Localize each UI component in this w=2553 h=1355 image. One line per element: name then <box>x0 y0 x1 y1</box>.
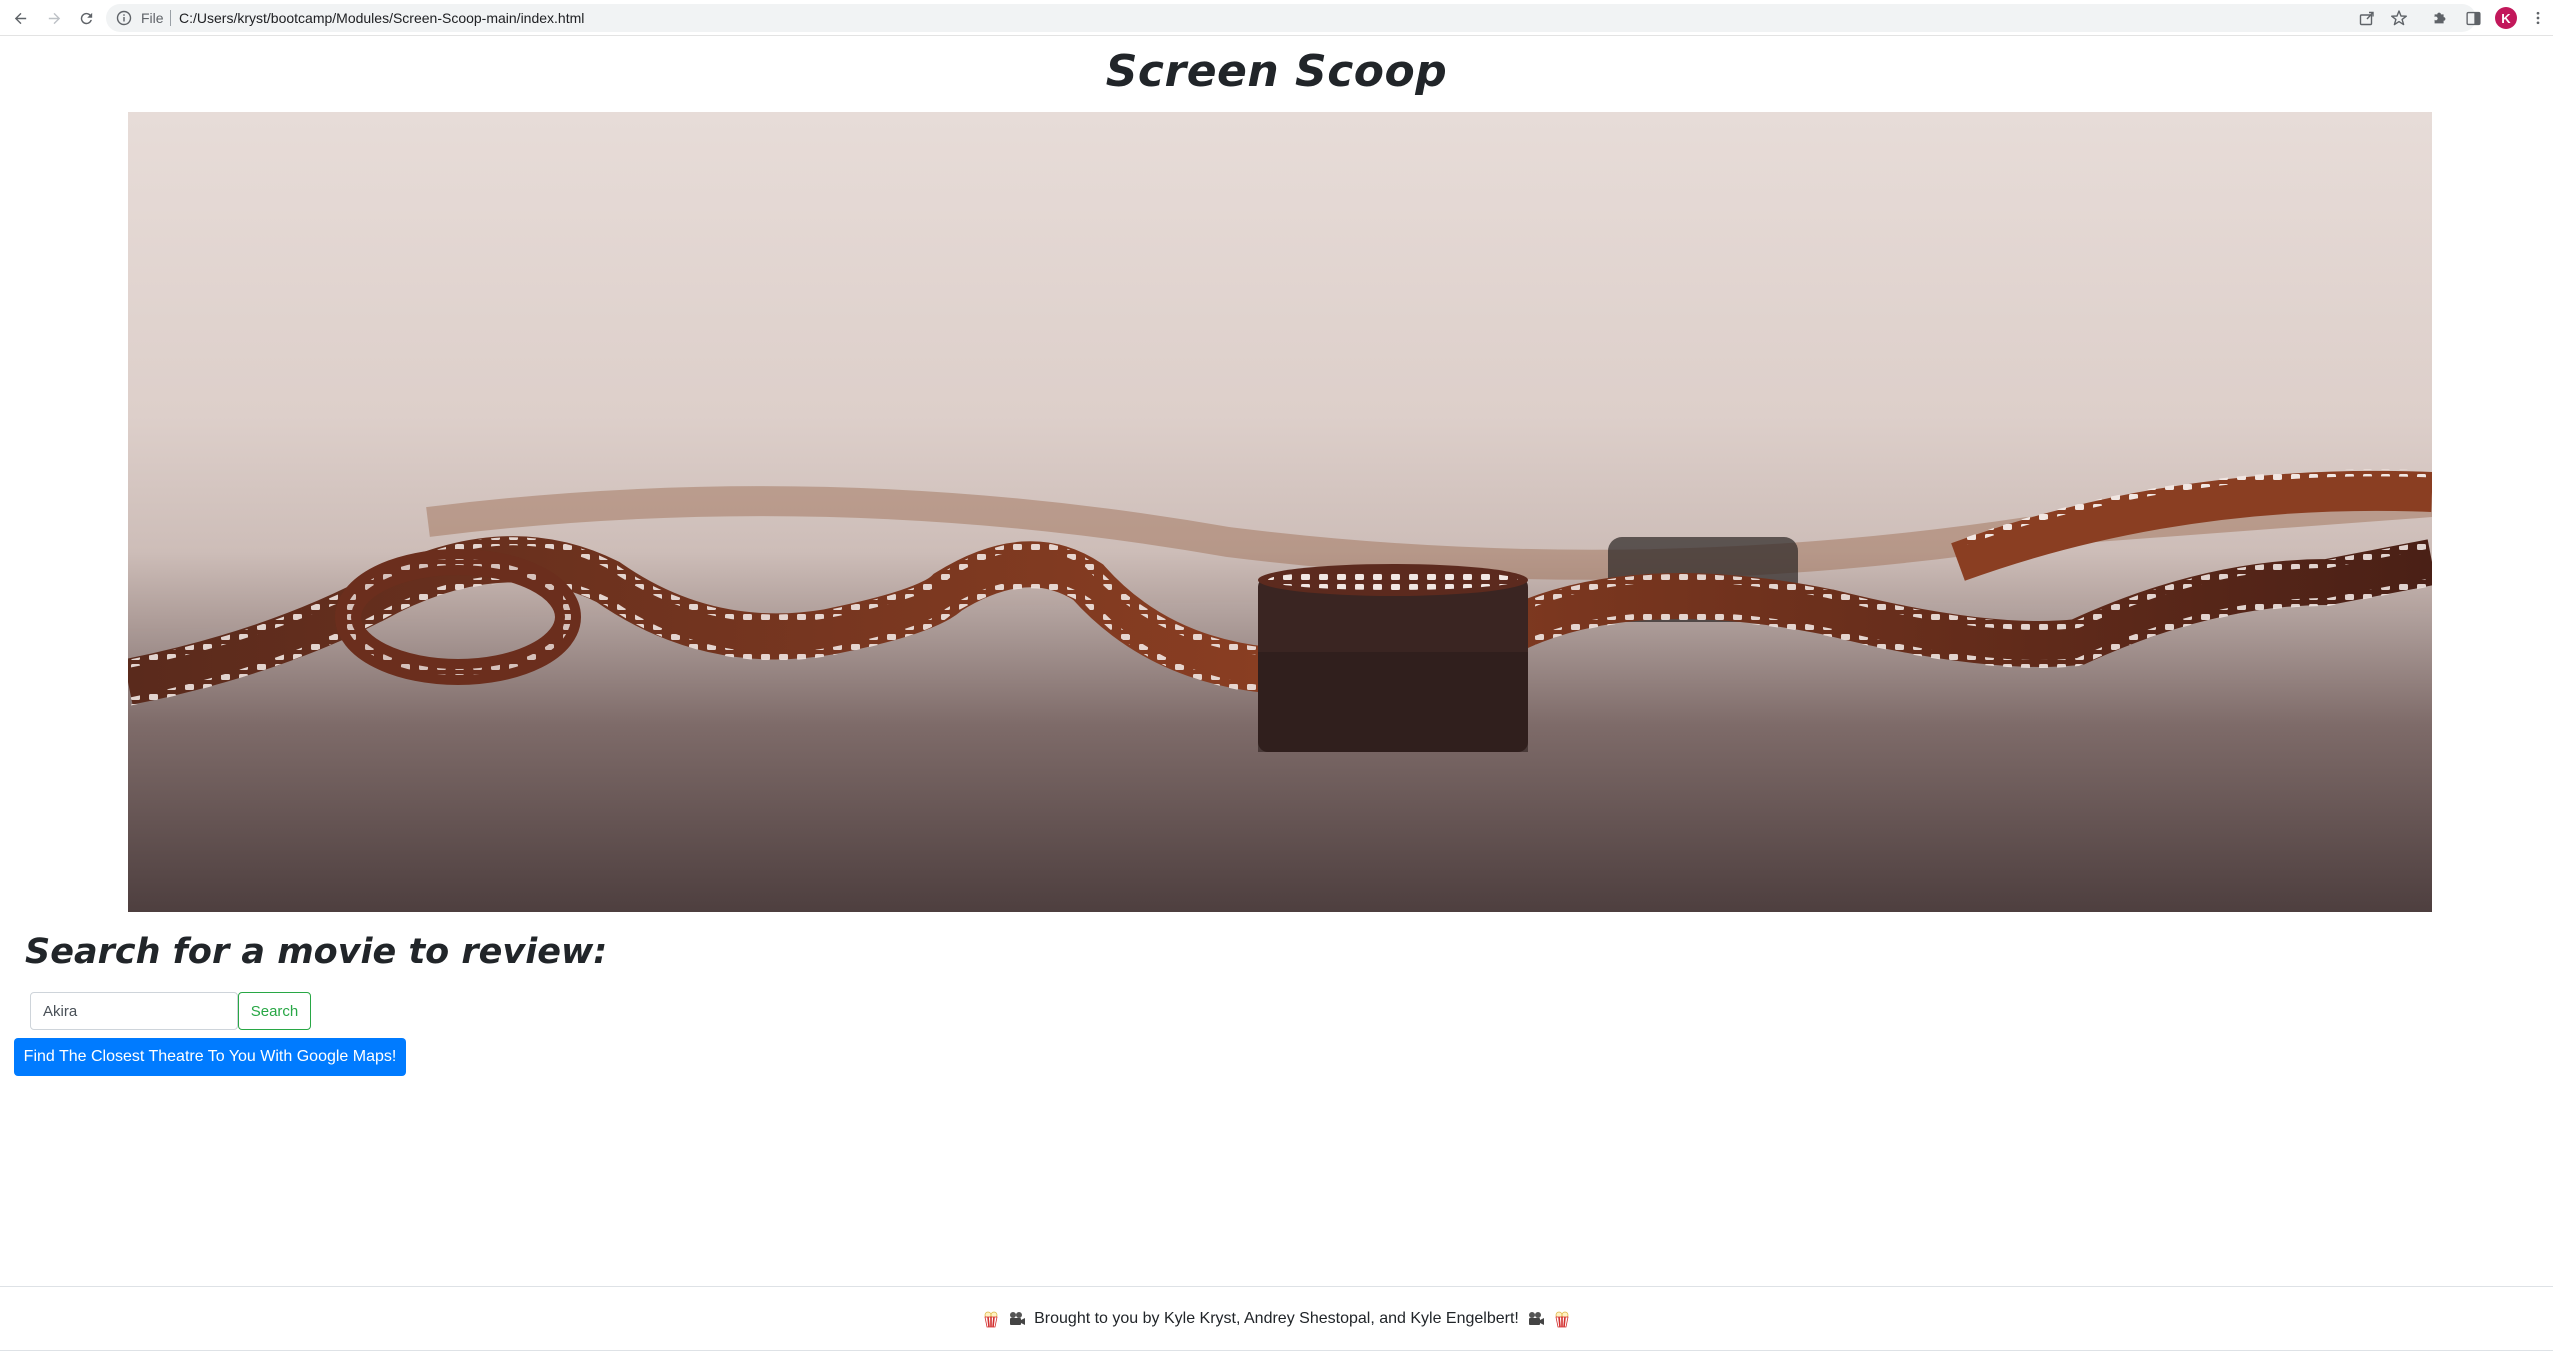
extensions-button[interactable] <box>2430 8 2450 28</box>
movie-camera-icon <box>1008 1310 1026 1328</box>
page-title: Screen Scoop <box>1105 46 1448 97</box>
address-bar[interactable]: File C:/Users/kryst/bootcamp/Modules/Scr… <box>106 4 2476 32</box>
popcorn-icon <box>1553 1310 1571 1328</box>
url-text[interactable]: C:/Users/kryst/bootcamp/Modules/Screen-S… <box>179 10 584 26</box>
side-panel-button[interactable] <box>2463 8 2483 28</box>
movie-camera-icon <box>1527 1310 1545 1328</box>
footer-credits: Brought to you by Kyle Kryst, Andrey She… <box>1034 1309 1519 1327</box>
movie-search-input[interactable] <box>30 992 238 1030</box>
kebab-menu-icon <box>2536 11 2540 25</box>
omnibox-divider <box>170 10 171 26</box>
puzzle-icon <box>2434 12 2446 24</box>
arrow-right-icon <box>48 12 60 24</box>
search-heading: Search for a movie to review: <box>25 932 608 972</box>
arrow-left-icon <box>14 12 26 24</box>
reload-button[interactable] <box>74 6 98 30</box>
side-panel-icon <box>2465 11 2481 25</box>
page-footer: Brought to you by Kyle Kryst, Andrey She… <box>0 1286 2553 1351</box>
profile-avatar[interactable]: K <box>2495 7 2517 29</box>
film-reel-photo <box>128 469 2432 912</box>
popcorn-icon <box>982 1310 1000 1328</box>
hero-image <box>128 112 2432 912</box>
bookmark-star-icon[interactable] <box>2390 9 2408 27</box>
back-button[interactable] <box>8 6 32 30</box>
forward-button[interactable] <box>42 6 66 30</box>
reload-icon <box>80 12 92 24</box>
browser-toolbar: File C:/Users/kryst/bootcamp/Modules/Scr… <box>0 0 2553 36</box>
search-button[interactable]: Search <box>238 992 311 1030</box>
browser-menu-button[interactable] <box>2528 8 2548 28</box>
share-icon[interactable] <box>2358 9 2376 27</box>
info-icon[interactable] <box>116 10 132 26</box>
find-theatre-button[interactable]: Find The Closest Theatre To You With Goo… <box>14 1038 406 1076</box>
scheme-label: File <box>141 10 164 26</box>
